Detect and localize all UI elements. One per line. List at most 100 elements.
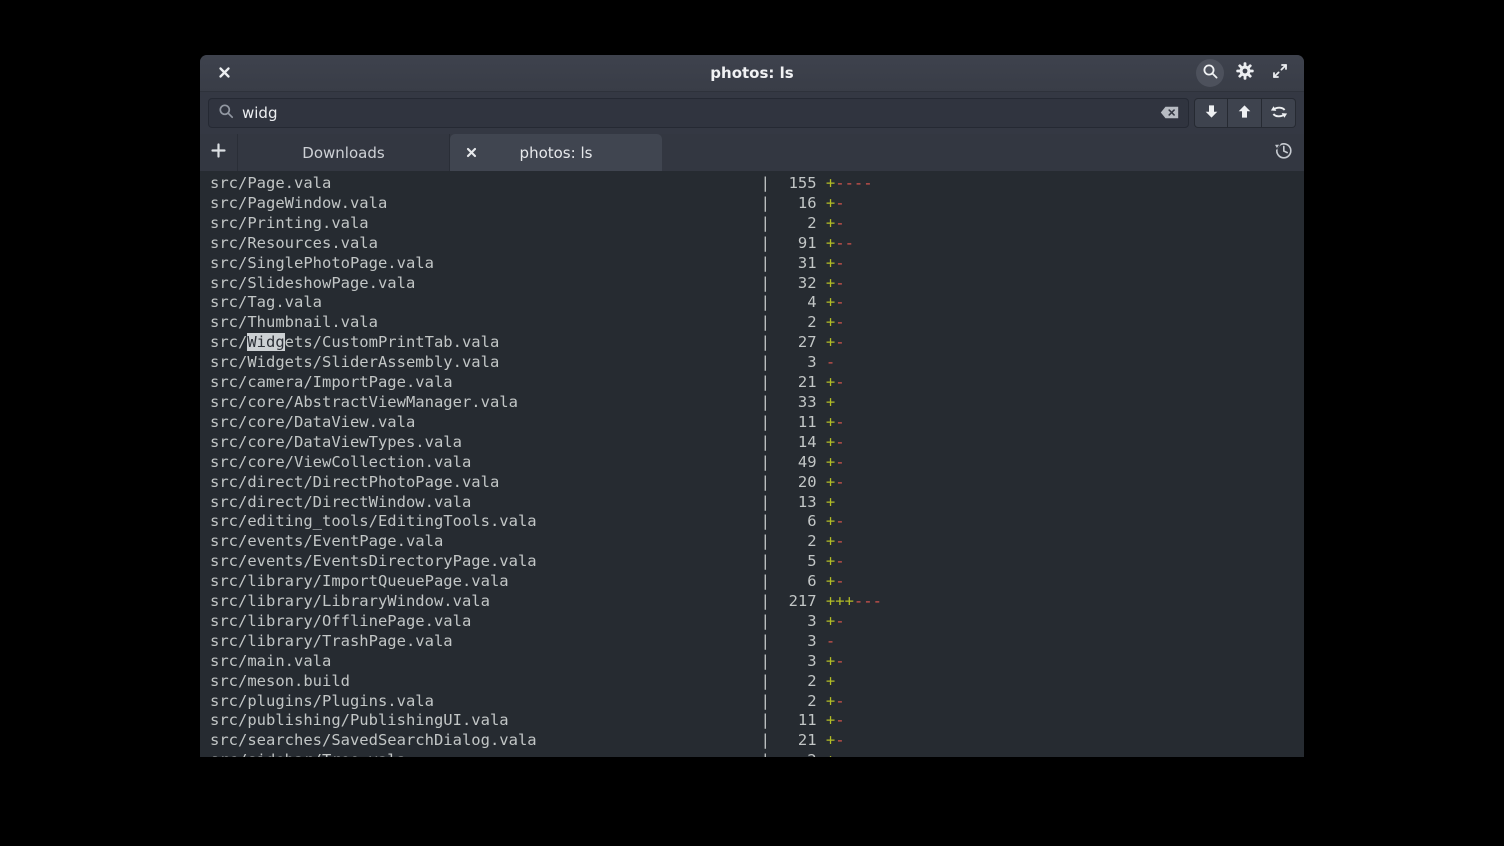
- deletions-marker: -: [835, 731, 844, 749]
- history-clock-icon: [1273, 140, 1294, 165]
- file-name: src/direct/DirectWindow.vala: [210, 493, 761, 511]
- deletions-marker: -: [826, 632, 835, 650]
- file-name: src/events/EventsDirectoryPage.vala: [210, 552, 761, 570]
- arrow-down-icon: [1204, 104, 1219, 123]
- deletions-marker: -: [835, 532, 844, 550]
- find-previous-button[interactable]: [1228, 98, 1262, 128]
- window-title: photos: ls: [200, 64, 1304, 82]
- deletions-marker: -: [835, 552, 844, 570]
- diff-stat-row: src/direct/DirectWindow.vala | 13 +: [210, 493, 1304, 513]
- find-next-button[interactable]: [1194, 98, 1228, 128]
- magnifier-icon: [218, 103, 234, 123]
- diff-stat-row: src/library/LibraryWindow.vala | 217 +++…: [210, 592, 1304, 612]
- deletions-marker: -: [835, 413, 844, 431]
- diff-stat-row: src/SinglePhotoPage.vala | 31 +-: [210, 254, 1304, 274]
- tab-photos-ls[interactable]: photos: ls: [450, 134, 662, 171]
- file-name: src/searches/SavedSearchDialog.vala: [210, 731, 761, 749]
- file-name: src/library/TrashPage.vala: [210, 632, 761, 650]
- file-name: src/library/LibraryWindow.vala: [210, 592, 761, 610]
- deletions-marker: -: [835, 214, 844, 232]
- deletions-marker: ----: [835, 174, 872, 192]
- search-entry[interactable]: [208, 98, 1189, 128]
- search-nav-buttons: [1194, 98, 1296, 128]
- diff-stat-row: src/Widgets/SliderAssembly.vala | 3 -: [210, 353, 1304, 373]
- tab-downloads[interactable]: Downloads: [238, 134, 450, 171]
- insertions-marker: +: [826, 214, 835, 232]
- diff-stat-row: src/editing_tools/EditingTools.vala | 6 …: [210, 512, 1304, 532]
- deletions-marker: -: [835, 711, 844, 729]
- search-icon: [1202, 63, 1219, 84]
- close-icon: [466, 144, 477, 162]
- file-name: src/main.vala: [210, 652, 761, 670]
- deletions-marker: -: [835, 194, 844, 212]
- new-tab-button[interactable]: [200, 134, 238, 171]
- insertions-marker: +: [826, 373, 835, 391]
- insertions-marker: +: [826, 612, 835, 630]
- insertions-marker: +: [826, 313, 835, 331]
- diff-stat-row: src/camera/ImportPage.vala | 21 +-: [210, 373, 1304, 393]
- diff-stat-row: src/main.vala | 3 +-: [210, 652, 1304, 672]
- file-name: src/core/AbstractViewManager.vala: [210, 393, 761, 411]
- insertions-marker: +: [826, 751, 835, 757]
- fullscreen-button[interactable]: [1266, 59, 1294, 87]
- diff-stat-row: src/meson.build | 2 +: [210, 672, 1304, 692]
- insertions-marker: +: [826, 453, 835, 471]
- file-name: src/Widgets/SliderAssembly.vala: [210, 353, 761, 371]
- insertions-marker: +: [826, 652, 835, 670]
- insertions-marker: +: [826, 174, 835, 192]
- deletions-marker: -: [835, 572, 844, 590]
- deletions-marker: -: [835, 652, 844, 670]
- insertions-marker: +: [826, 672, 835, 690]
- deletions-marker: -: [835, 293, 844, 311]
- insertions-marker: +: [826, 433, 835, 451]
- terminal-output[interactable]: src/Page.vala | 155 +----src/PageWindow.…: [200, 171, 1304, 757]
- wrap-around-icon: [1270, 104, 1288, 123]
- file-name: src/Printing.vala: [210, 214, 761, 232]
- insertions-marker: +: [826, 711, 835, 729]
- file-name: src/SinglePhotoPage.vala: [210, 254, 761, 272]
- window-close-button[interactable]: [210, 59, 238, 87]
- insertions-marker: +: [826, 731, 835, 749]
- tab-label: photos: ls: [520, 144, 593, 162]
- insertions-marker: +: [826, 293, 835, 311]
- file-name: src/SlideshowPage.vala: [210, 274, 761, 292]
- insertions-marker: +: [826, 234, 835, 252]
- file-name: src/plugins/Plugins.vala: [210, 692, 761, 710]
- diff-stat-row: src/core/AbstractViewManager.vala | 33 +: [210, 393, 1304, 413]
- arrow-up-icon: [1237, 104, 1252, 123]
- insertions-marker: +: [826, 274, 835, 292]
- backspace-clear-icon[interactable]: [1160, 104, 1179, 123]
- diff-stat-row: src/SlideshowPage.vala | 32 +-: [210, 274, 1304, 294]
- insertions-marker: +++: [826, 592, 854, 610]
- deletions-marker: --: [835, 234, 854, 252]
- insertions-marker: +: [826, 473, 835, 491]
- deletions-marker: -: [835, 373, 844, 391]
- diff-stat-row: src/core/ViewCollection.vala | 49 +-: [210, 453, 1304, 473]
- search-bar: [200, 92, 1304, 134]
- plus-icon: [211, 143, 226, 162]
- wrap-around-button[interactable]: [1262, 98, 1296, 128]
- diff-stat-row: src/events/EventPage.vala | 2 +-: [210, 532, 1304, 552]
- deletions-marker: -: [835, 333, 844, 351]
- deletions-marker: ---: [854, 592, 882, 610]
- file-name: src/Tag.vala: [210, 293, 761, 311]
- file-name: src/camera/ImportPage.vala: [210, 373, 761, 391]
- tab-close-button[interactable]: [460, 134, 482, 171]
- deletions-marker: -: [835, 433, 844, 451]
- diff-stat-row: src/Resources.vala | 91 +--: [210, 234, 1304, 254]
- file-name: src/Resources.vala: [210, 234, 761, 252]
- diff-stat-row: src/Printing.vala | 2 +-: [210, 214, 1304, 234]
- diff-stat-row: src/library/TrashPage.vala | 3 -: [210, 632, 1304, 652]
- deletions-marker: -: [835, 512, 844, 530]
- search-toggle-button[interactable]: [1196, 59, 1224, 87]
- expand-icon: [1271, 62, 1289, 84]
- diff-stat-row: src/events/EventsDirectoryPage.vala | 5 …: [210, 552, 1304, 572]
- insertions-marker: +: [826, 552, 835, 570]
- search-input[interactable]: [242, 104, 1152, 122]
- settings-button[interactable]: [1231, 59, 1259, 87]
- search-match-highlight: Widg: [247, 333, 284, 351]
- diff-stat-row: src/library/ImportQueuePage.vala | 6 +-: [210, 572, 1304, 592]
- deletions-marker: -: [835, 473, 844, 491]
- diff-stat-row: src/core/DataViewTypes.vala | 14 +-: [210, 433, 1304, 453]
- history-button[interactable]: [1262, 134, 1304, 171]
